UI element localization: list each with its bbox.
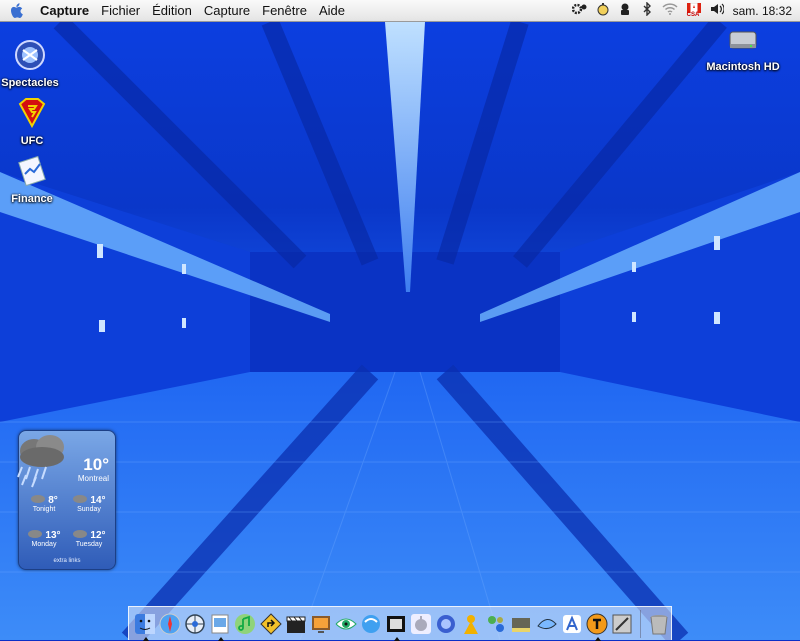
app-menu[interactable]: Capture: [34, 3, 95, 18]
dock-instrument[interactable]: [509, 610, 533, 637]
cloud-icon: [28, 530, 43, 538]
forecast-temp: 8°: [48, 495, 58, 506]
extra-links-link[interactable]: extra links: [19, 558, 115, 564]
forecast-temp: 12°: [90, 530, 106, 541]
desktop-icon-label: Finance: [11, 193, 53, 205]
forecast-temp: 13°: [45, 530, 61, 541]
forecast-label: Tonight: [32, 506, 56, 513]
menu-capture[interactable]: Capture: [198, 3, 256, 18]
menu-window[interactable]: Fenêtre: [256, 3, 313, 18]
trash-icon: [650, 614, 668, 634]
dock-photobooth[interactable]: [434, 610, 458, 637]
dock-trash[interactable]: [647, 610, 671, 637]
apple-menu-icon[interactable]: [10, 2, 24, 19]
pool-wallpaper: [0, 22, 800, 640]
menubar-clock[interactable]: sam. 18:32: [733, 4, 792, 18]
menu-bar: Capture Fichier Édition Capture Fenêtre …: [0, 0, 800, 22]
forecast-tonight: 8° Tonight: [24, 493, 64, 513]
web-globe-icon: [361, 614, 380, 633]
navigator-icon: [185, 613, 205, 634]
desktop-icon-spectacles[interactable]: Spectacles: [0, 38, 65, 89]
dock-clapper[interactable]: [284, 610, 308, 637]
safari-icon: [159, 613, 181, 634]
eject-icon[interactable]: [618, 2, 632, 19]
cloud-icon: [73, 530, 88, 538]
rain-cloud-icon: [17, 435, 64, 488]
preview-icon: [211, 614, 229, 633]
bluetooth-icon[interactable]: [641, 1, 653, 19]
forecast-tuesday: 12° Tuesday: [69, 528, 109, 548]
dock-bird[interactable]: [535, 610, 559, 637]
dock-finder[interactable]: [133, 610, 157, 641]
dock-apple[interactable]: [409, 610, 433, 637]
clapper-dark-icon: [386, 615, 405, 632]
volume-icon[interactable]: [710, 3, 725, 18]
photobooth-icon: [437, 614, 456, 633]
menu-edit[interactable]: Édition: [146, 3, 198, 18]
forecast-monday: 13° Monday: [24, 528, 64, 548]
tool-icon: [612, 614, 632, 633]
instrument-icon: [512, 617, 531, 632]
dock-navigator[interactable]: [183, 610, 207, 637]
dock: [128, 606, 672, 641]
spectacles-app-icon: [15, 40, 45, 70]
finder-icon: [135, 613, 156, 634]
input-flag-icon[interactable]: CSA: [686, 2, 701, 19]
menu-help[interactable]: Aide: [313, 3, 351, 18]
weather-city: Montreal: [77, 474, 109, 483]
bird-icon: [536, 618, 557, 629]
slideshow-icon: [311, 615, 330, 633]
dock-tool[interactable]: [610, 610, 634, 637]
eye-icon: [335, 618, 357, 629]
finance-doc-icon: [18, 155, 46, 187]
desktop-icon-label: Macintosh HD: [706, 61, 780, 73]
dock-slideshow[interactable]: [309, 610, 333, 637]
dock-omni[interactable]: [585, 610, 609, 641]
dock-web-globe[interactable]: [359, 610, 383, 637]
current-temperature: 10°: [83, 455, 109, 474]
hard-disk-icon: [729, 31, 757, 49]
desktop-icon-ufc[interactable]: UFC: [0, 96, 67, 147]
dock-font[interactable]: [560, 610, 584, 637]
forecast-label: Sunday: [77, 506, 101, 513]
weather-widget[interactable]: 10° Montreal 8° Tonight 14° Sunday 13° M…: [17, 430, 116, 570]
forecast-temp: 14°: [90, 495, 106, 506]
dock-itunes[interactable]: [233, 610, 257, 637]
cloud-icon: [31, 495, 46, 503]
forecast-label: Tuesday: [75, 541, 103, 548]
road-sign-icon: [259, 612, 282, 635]
itunes-music-icon: [235, 613, 256, 634]
wifi-icon[interactable]: [662, 3, 678, 18]
font-icon: [562, 614, 581, 633]
timer-icon[interactable]: [597, 2, 609, 19]
clapper-icon: [286, 616, 306, 633]
input-flag-label: CSA: [686, 11, 700, 18]
gears-icon[interactable]: [571, 2, 588, 19]
dock-network[interactable]: [484, 610, 508, 637]
superman-shield-icon: [18, 98, 46, 129]
status-menus: CSA sam. 18:32: [571, 0, 792, 21]
desktop-icon-label: Spectacles: [1, 77, 59, 89]
forecast-sunday: 14° Sunday: [69, 493, 109, 513]
dock-safari[interactable]: [158, 610, 182, 637]
desktop-background: [0, 22, 800, 640]
dock-preview[interactable]: [208, 610, 232, 641]
dock-separator: [639, 609, 641, 638]
desktop-icon-hard-disk[interactable]: Macintosh HD: [706, 22, 780, 73]
apple-logo-icon: [411, 613, 432, 634]
desktop-icon-label: UFC: [20, 135, 44, 147]
dock-messenger[interactable]: [459, 610, 483, 637]
cloud-icon: [73, 495, 88, 503]
forecast-label: Monday: [31, 541, 57, 548]
dock-road-sign[interactable]: [258, 610, 282, 637]
dock-eye[interactable]: [334, 610, 358, 637]
network-icon: [488, 615, 505, 632]
menu-file[interactable]: Fichier: [95, 3, 146, 18]
omni-icon: [586, 613, 608, 634]
messenger-icon: [464, 614, 479, 634]
dock-clapper-dark[interactable]: [384, 610, 408, 641]
desktop-icon-finance[interactable]: Finance: [0, 154, 67, 205]
